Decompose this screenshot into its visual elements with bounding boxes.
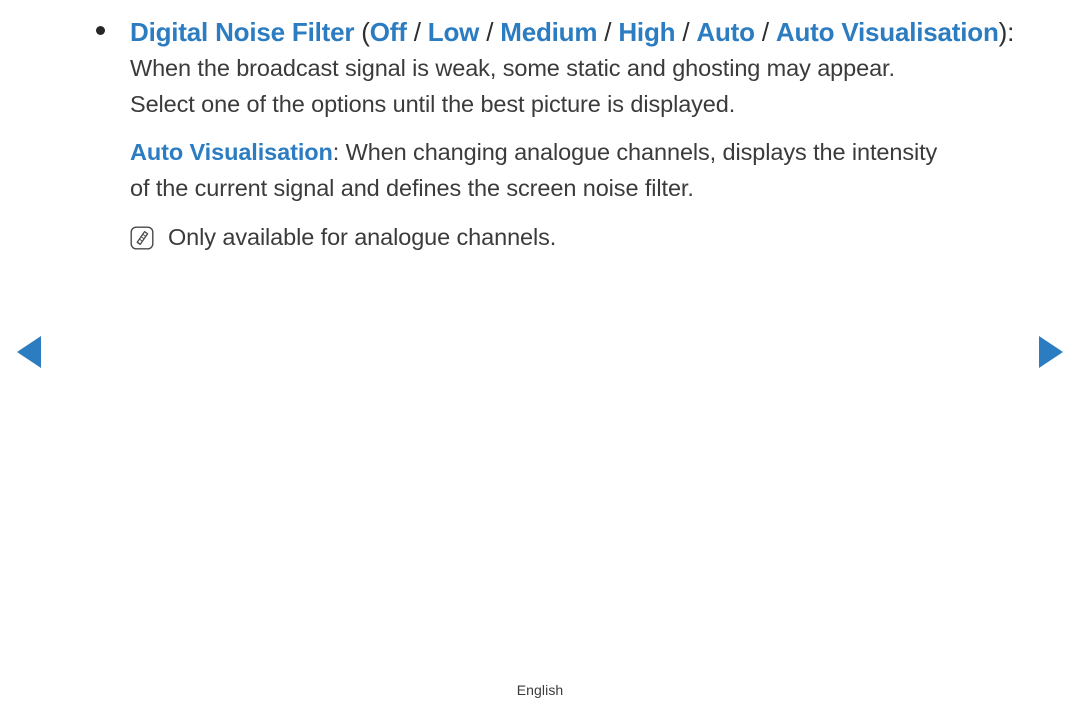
next-page-arrow[interactable]: [1039, 336, 1063, 368]
option-auto-visualisation: Auto Visualisation: [775, 17, 999, 47]
bullet-item-digital-noise-filter: Digital Noise Filter (Off / Low / Medium…: [88, 14, 1028, 122]
auto-visualisation-paragraph: Auto Visualisation: When changing analog…: [88, 134, 1028, 206]
separator-5: /: [754, 17, 776, 47]
heading-colon: :: [1007, 17, 1015, 47]
note-text: Only available for analogue channels.: [168, 224, 557, 250]
separator-2: /: [479, 17, 501, 47]
separator-4: /: [675, 17, 697, 47]
close-paren: ): [998, 17, 1008, 47]
previous-page-arrow[interactable]: [17, 336, 41, 368]
option-auto: Auto: [696, 17, 755, 47]
auto-visualisation-line-2: of the current signal and defines the sc…: [130, 175, 694, 201]
auto-visualisation-line-1: Auto Visualisation: When changing analog…: [130, 134, 1028, 170]
description-line-2: Select one of the options until the best…: [130, 91, 736, 117]
option-off: Off: [369, 17, 407, 47]
note-pencil-icon: [130, 226, 154, 250]
footer-language-label: English: [516, 682, 564, 698]
auto-visualisation-label: Auto Visualisation: [130, 139, 333, 165]
heading-line: Digital Noise Filter (Off / Low / Medium…: [130, 14, 1028, 50]
setting-title: Digital Noise Filter: [130, 17, 355, 47]
description-line-1: When the broadcast signal is weak, some …: [130, 55, 895, 81]
open-paren: (: [354, 17, 370, 47]
option-high: High: [618, 17, 676, 47]
option-medium: Medium: [500, 17, 598, 47]
ebook-page: Digital Noise Filter (Off / Low / Medium…: [0, 0, 1080, 705]
option-low: Low: [427, 17, 480, 47]
separator-3: /: [597, 17, 619, 47]
bullet-dot-icon: [96, 26, 105, 35]
auto-visualisation-text: : When changing analogue channels, displ…: [332, 139, 938, 165]
separator-1: /: [406, 17, 428, 47]
content-area: Digital Noise Filter (Off / Low / Medium…: [88, 14, 1028, 254]
note-row: Only available for analogue channels.: [88, 220, 1028, 254]
